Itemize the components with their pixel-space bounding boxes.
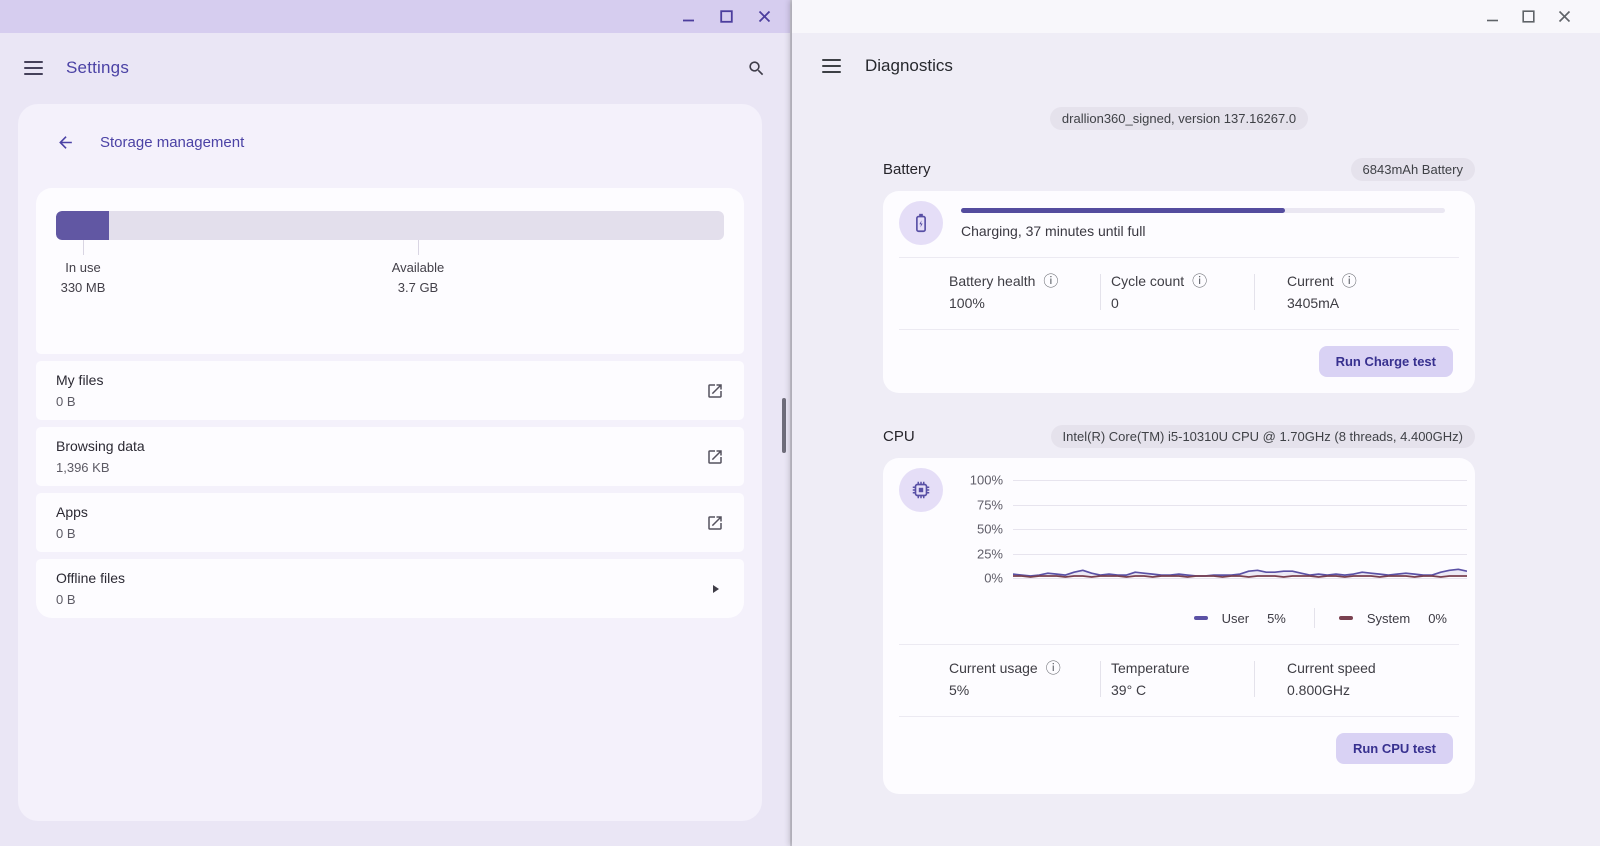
minimize-button[interactable] — [1484, 9, 1500, 25]
storage-summary-card: In use 330 MB Available 3.7 GB — [36, 188, 744, 354]
close-button[interactable] — [1556, 9, 1572, 25]
available-value: 3.7 GB — [392, 278, 445, 298]
legend-swatch — [1339, 616, 1353, 620]
storage-bar — [56, 211, 724, 240]
open-in-new-icon[interactable] — [706, 382, 724, 400]
legend-user-value: 5% — [1267, 611, 1286, 626]
in-use-value: 330 MB — [61, 278, 106, 298]
available-label-group: Available 3.7 GB — [392, 258, 445, 298]
cycle-count-stat: Cycle countⓘ 0 — [1101, 273, 1254, 311]
list-item-my-files[interactable]: My files 0 B — [36, 361, 744, 420]
battery-status: Charging, 37 minutes until full — [961, 223, 1445, 239]
battery-stats-row: Battery healthⓘ 100% Cycle countⓘ 0 Curr… — [883, 258, 1475, 329]
gridline — [1013, 578, 1467, 579]
menu-icon[interactable] — [24, 61, 43, 75]
divider — [1314, 608, 1315, 628]
battery-health-stat: Battery healthⓘ 100% — [883, 273, 1100, 311]
y-tick-label: 75% — [943, 497, 1003, 512]
run-cpu-test-button[interactable]: Run CPU test — [1336, 733, 1453, 764]
storage-page-header: Storage management — [18, 104, 762, 188]
storage-bar-fill — [56, 211, 109, 240]
info-icon[interactable]: ⓘ — [1043, 274, 1058, 289]
diagnostics-titlebar — [792, 0, 1600, 33]
run-charge-test-button[interactable]: Run Charge test — [1319, 346, 1453, 377]
y-tick-label: 100% — [943, 473, 1003, 488]
current-usage-stat: Current usageⓘ 5% — [883, 660, 1100, 698]
current-stat: Currentⓘ 3405mA — [1255, 273, 1475, 311]
battery-progress — [961, 208, 1445, 213]
y-tick-label: 0% — [943, 571, 1003, 586]
available-tick — [418, 240, 419, 255]
search-icon[interactable] — [747, 59, 766, 78]
cpu-chart-legend: User 5% System 0% — [883, 594, 1475, 644]
in-use-tick — [83, 240, 84, 255]
cpu-section: CPU Intel(R) Core(TM) i5-10310U CPU @ 1.… — [883, 425, 1475, 794]
y-tick-label: 50% — [943, 522, 1003, 537]
diagnostics-window: Diagnostics drallion360_signed, version … — [792, 0, 1600, 846]
minimize-button[interactable] — [680, 9, 696, 25]
legend-system-value: 0% — [1428, 611, 1447, 626]
list-item-browsing-data[interactable]: Browsing data 1,396 KB — [36, 427, 744, 486]
battery-progress-fill — [961, 208, 1285, 213]
diagnostics-header: Diagnostics — [792, 33, 1600, 99]
page-title: Storage management — [100, 134, 244, 151]
legend-swatch — [1194, 616, 1208, 620]
cpu-stats-row: Current usageⓘ 5% Temperature 39° C Curr… — [883, 645, 1475, 716]
cpu-usage-chart — [1013, 480, 1467, 578]
available-label: Available — [392, 258, 445, 278]
settings-header: Settings — [0, 33, 790, 103]
app-title: Diagnostics — [865, 56, 953, 76]
open-in-new-icon[interactable] — [706, 448, 724, 466]
version-badge: drallion360_signed, version 137.16267.0 — [1050, 107, 1308, 130]
app-title: Settings — [66, 58, 129, 78]
scrollbar-thumb[interactable] — [782, 398, 786, 453]
open-in-new-icon[interactable] — [706, 514, 724, 532]
battery-section: Battery 6843mAh Battery — [883, 158, 1475, 393]
current-speed-stat: Current speed 0.800GHz — [1255, 660, 1475, 698]
battery-icon — [899, 201, 943, 245]
battery-card: Charging, 37 minutes until full Battery … — [883, 191, 1475, 393]
back-arrow-icon[interactable] — [56, 133, 75, 152]
close-button[interactable] — [756, 9, 772, 25]
settings-window: Settings Storage management In use — [0, 0, 790, 846]
menu-icon[interactable] — [822, 59, 841, 73]
cpu-card: 100% 75% 50% 25% 0% User — [883, 458, 1475, 794]
cpu-badge: Intel(R) Core(TM) i5-10310U CPU @ 1.70GH… — [1051, 425, 1475, 448]
temperature-stat: Temperature 39° C — [1101, 660, 1254, 698]
legend-user-label: User — [1222, 611, 1249, 626]
maximize-button[interactable] — [718, 9, 734, 25]
info-icon[interactable]: ⓘ — [1342, 274, 1357, 289]
battery-section-title: Battery — [883, 161, 931, 178]
in-use-label: In use — [61, 258, 106, 278]
info-icon[interactable]: ⓘ — [1192, 274, 1207, 289]
storage-management-panel: Storage management In use 330 MB Availab… — [18, 104, 762, 821]
in-use-label-group: In use 330 MB — [61, 258, 106, 298]
caret-right-icon — [713, 585, 719, 593]
cpu-usage-chart-area: 100% 75% 50% 25% 0% — [943, 468, 1467, 594]
maximize-button[interactable] — [1520, 9, 1536, 25]
list-item-apps[interactable]: Apps 0 B — [36, 493, 744, 552]
list-item-offline-files[interactable]: Offline files 0 B — [36, 559, 744, 618]
info-icon[interactable]: ⓘ — [1046, 661, 1061, 676]
cpu-chip-icon — [899, 468, 943, 512]
y-tick-label: 25% — [943, 546, 1003, 561]
legend-system-label: System — [1367, 611, 1410, 626]
settings-titlebar — [0, 0, 790, 33]
cpu-section-title: CPU — [883, 428, 915, 445]
battery-badge: 6843mAh Battery — [1351, 158, 1475, 181]
